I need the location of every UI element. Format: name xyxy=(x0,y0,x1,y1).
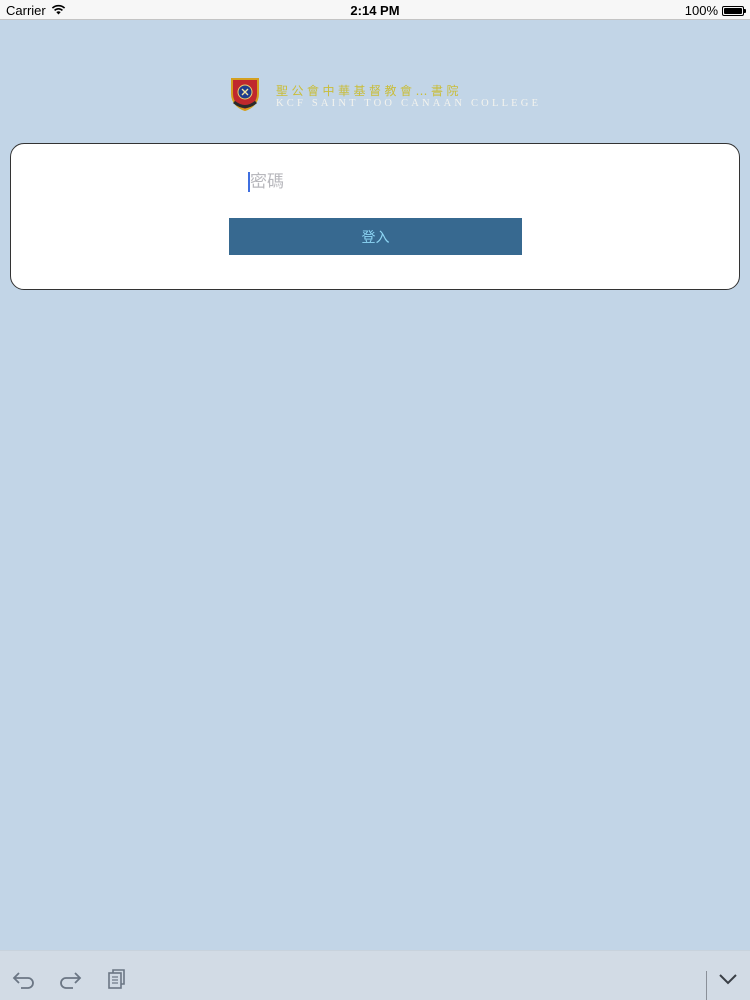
status-bar: Carrier 2:14 PM 100% xyxy=(0,0,750,20)
redo-icon xyxy=(60,972,82,989)
school-logo: 聖公會中華基督教會…書院 KCF SAINT TOO CANAAN COLLEG… xyxy=(228,76,538,116)
paste-icon xyxy=(108,969,125,989)
battery-icon xyxy=(722,5,746,16)
login-card: 登入 xyxy=(10,143,740,290)
status-battery: 100% xyxy=(684,3,746,18)
paste-button[interactable] xyxy=(102,965,130,993)
login-button[interactable]: 登入 xyxy=(229,218,522,255)
password-input[interactable] xyxy=(248,168,538,196)
school-name-english: KCF SAINT TOO CANAAN COLLEGE xyxy=(276,98,542,109)
dismiss-keyboard-button[interactable] xyxy=(714,965,742,993)
battery-tip xyxy=(744,8,746,13)
undo-button[interactable] xyxy=(10,965,38,993)
school-name-chinese: 聖公會中華基督教會…書院 xyxy=(276,84,463,98)
text-cursor xyxy=(248,172,250,192)
undo-icon xyxy=(12,972,34,989)
redo-button[interactable] xyxy=(56,965,84,993)
keyboard-shortcut-bar xyxy=(0,950,750,1000)
chevron-down-icon xyxy=(719,974,737,985)
status-time: 2:14 PM xyxy=(350,3,400,18)
school-crest-icon xyxy=(231,78,259,112)
battery-fill xyxy=(724,7,742,14)
toolbar-divider xyxy=(706,971,707,1000)
battery-percent: 100% xyxy=(684,3,718,18)
